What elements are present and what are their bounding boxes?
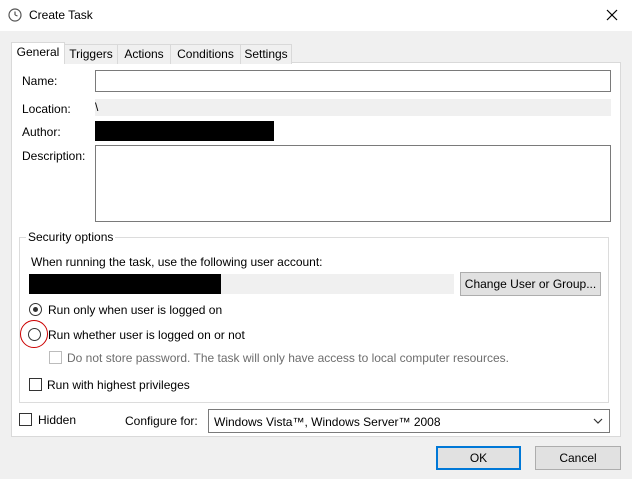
- window-title: Create Task: [29, 8, 93, 22]
- hidden-label[interactable]: Hidden: [38, 413, 76, 427]
- close-button[interactable]: [598, 4, 626, 26]
- cancel-button[interactable]: Cancel: [535, 446, 621, 470]
- ok-button[interactable]: OK: [436, 446, 521, 470]
- change-user-button[interactable]: Change User or Group...: [460, 272, 601, 296]
- author-label: Author:: [22, 125, 61, 139]
- red-circle-annotation: [20, 320, 48, 348]
- name-field[interactable]: [95, 70, 611, 92]
- title-bar: [0, 0, 632, 31]
- location-value: \: [95, 100, 99, 114]
- tab-actions[interactable]: Actions: [117, 44, 171, 64]
- radio-run-whether-logged-on-label[interactable]: Run whether user is logged on or not: [48, 328, 245, 342]
- tab-settings[interactable]: Settings: [240, 44, 292, 64]
- highest-privileges-label[interactable]: Run with highest privileges: [47, 378, 190, 392]
- close-icon: [606, 9, 618, 21]
- tab-conditions[interactable]: Conditions: [170, 44, 241, 64]
- chevron-down-icon: [593, 418, 603, 424]
- configure-for-label: Configure for:: [125, 414, 198, 428]
- radio-run-only-logged-on[interactable]: [29, 303, 42, 316]
- author-value-redacted: [95, 121, 274, 141]
- name-label: Name:: [22, 74, 58, 88]
- user-account-prompt: When running the task, use the following…: [31, 255, 323, 269]
- location-label: Location:: [22, 102, 71, 116]
- checkbox-highest-privileges[interactable]: [29, 378, 42, 391]
- configure-for-value: Windows Vista™, Windows Server™ 2008: [214, 415, 441, 429]
- user-account-redacted: [29, 274, 221, 294]
- security-options-legend: Security options: [26, 230, 116, 244]
- description-field[interactable]: [95, 145, 611, 222]
- configure-for-dropdown[interactable]: Windows Vista™, Windows Server™ 2008: [208, 409, 610, 433]
- checkbox-hidden[interactable]: [19, 413, 32, 426]
- clock-icon: [8, 8, 22, 22]
- do-not-store-password-label: Do not store password. The task will onl…: [67, 351, 509, 365]
- location-field: \: [95, 99, 611, 116]
- checkbox-do-not-store-password[interactable]: [49, 351, 62, 364]
- tab-triggers[interactable]: Triggers: [64, 44, 118, 64]
- description-label: Description:: [22, 149, 86, 163]
- radio-selected-dot: [33, 307, 38, 312]
- tab-general[interactable]: General: [11, 42, 65, 64]
- radio-run-only-logged-on-label[interactable]: Run only when user is logged on: [48, 303, 222, 317]
